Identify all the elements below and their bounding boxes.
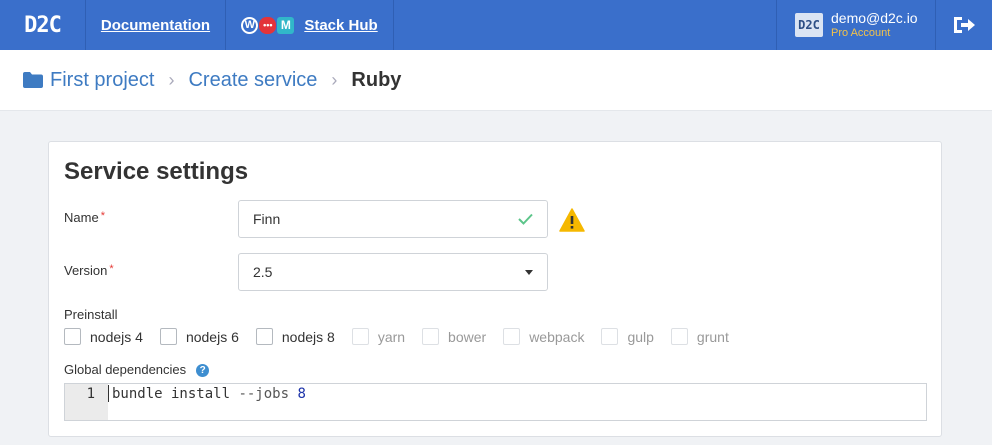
global-deps-label: Global dependencies? xyxy=(64,362,210,378)
folder-icon xyxy=(23,72,43,88)
preinstall-option-label: nodejs 8 xyxy=(281,328,335,345)
checkbox xyxy=(422,328,440,345)
name-value: Finn xyxy=(253,211,281,227)
logout-button[interactable] xyxy=(936,0,992,50)
checkbox[interactable] xyxy=(159,328,177,345)
version-select[interactable]: 2.5 xyxy=(238,253,548,291)
preinstall-option: yarn xyxy=(351,328,406,345)
preinstall-options: nodejs 4 nodejs 6 nodejs 8 yarn bower webpack… xyxy=(64,328,746,345)
preinstall-option-label: bower xyxy=(448,328,487,345)
preinstall-option-label: gulp xyxy=(627,328,654,345)
checkbox xyxy=(503,328,521,345)
code-flag: --jobs xyxy=(238,386,290,402)
preinstall-option-label: nodejs 4 xyxy=(90,328,143,345)
name-label: Name * xyxy=(64,210,105,225)
service-settings-card: Service settings Name * Finn Version * 2.5… xyxy=(48,141,942,437)
account-plan: Pro Account xyxy=(831,26,891,39)
code-command: bundle install xyxy=(112,386,231,402)
logout-icon xyxy=(954,17,975,33)
checkbox[interactable] xyxy=(64,328,81,345)
chat-icon: ••• xyxy=(259,16,277,34)
breadcrumb-current: Ruby xyxy=(351,68,402,91)
wordpress-icon: W xyxy=(241,16,259,34)
m-icon: M xyxy=(277,16,295,34)
line-number: 1 xyxy=(65,384,108,420)
preinstall-option-label: nodejs 6 xyxy=(185,328,239,345)
version-value: 2.5 xyxy=(253,264,273,280)
breadcrumb-project[interactable]: First project xyxy=(50,69,154,92)
warning-icon[interactable] xyxy=(559,208,585,232)
avatar: D2C xyxy=(795,13,823,37)
code-line: bundle install --jobs 8 xyxy=(108,384,306,420)
help-icon[interactable]: ? xyxy=(196,364,210,378)
preinstall-option[interactable]: nodejs 4 xyxy=(64,328,143,345)
preinstall-option-label: webpack xyxy=(529,328,585,345)
text-cursor xyxy=(108,385,109,402)
check-icon xyxy=(518,213,533,225)
page-title: Service settings xyxy=(64,158,249,185)
app-logo[interactable]: D2C xyxy=(0,0,86,50)
breadcrumb-create-service[interactable]: Create service xyxy=(188,69,317,92)
name-field[interactable]: Finn xyxy=(238,200,548,238)
global-deps-editor[interactable]: 1 bundle install --jobs 8 xyxy=(64,383,927,421)
hub-icons: W ••• M xyxy=(241,16,295,34)
required-mark: * xyxy=(100,210,105,222)
account-email: demo@d2c.io xyxy=(831,10,918,27)
top-bar: D2C Documentation W ••• M Stack Hub D2C … xyxy=(0,0,992,50)
code-number: 8 xyxy=(297,386,306,402)
preinstall-option: bower xyxy=(422,328,486,345)
preinstall-label: Preinstall xyxy=(64,307,118,322)
preinstall-option-label: yarn xyxy=(377,328,406,345)
preinstall-option[interactable]: nodejs 8 xyxy=(255,328,335,345)
preinstall-option: grunt xyxy=(670,328,729,345)
preinstall-option[interactable]: nodejs 6 xyxy=(159,328,239,345)
preinstall-option: gulp xyxy=(601,328,654,345)
checkbox xyxy=(601,328,619,345)
required-mark: * xyxy=(109,263,114,275)
checkbox xyxy=(351,328,369,345)
account-menu[interactable]: D2C demo@d2c.io Pro Account xyxy=(776,0,936,50)
stackhub-link[interactable]: Stack Hub xyxy=(304,17,377,34)
nav-documentation: Documentation xyxy=(86,0,226,50)
chevron-right-icon: › xyxy=(168,69,175,90)
chevron-right-icon: › xyxy=(331,69,338,90)
checkbox xyxy=(670,328,688,345)
preinstall-option: webpack xyxy=(503,328,584,345)
caret-down-icon xyxy=(525,269,533,275)
nav-stackhub: W ••• M Stack Hub xyxy=(226,0,394,50)
breadcrumb: First project › Create service › Ruby xyxy=(0,50,992,111)
documentation-link[interactable]: Documentation xyxy=(101,17,210,34)
preinstall-option-label: grunt xyxy=(696,328,729,345)
version-label: Version * xyxy=(64,263,114,278)
checkbox[interactable] xyxy=(255,328,273,345)
